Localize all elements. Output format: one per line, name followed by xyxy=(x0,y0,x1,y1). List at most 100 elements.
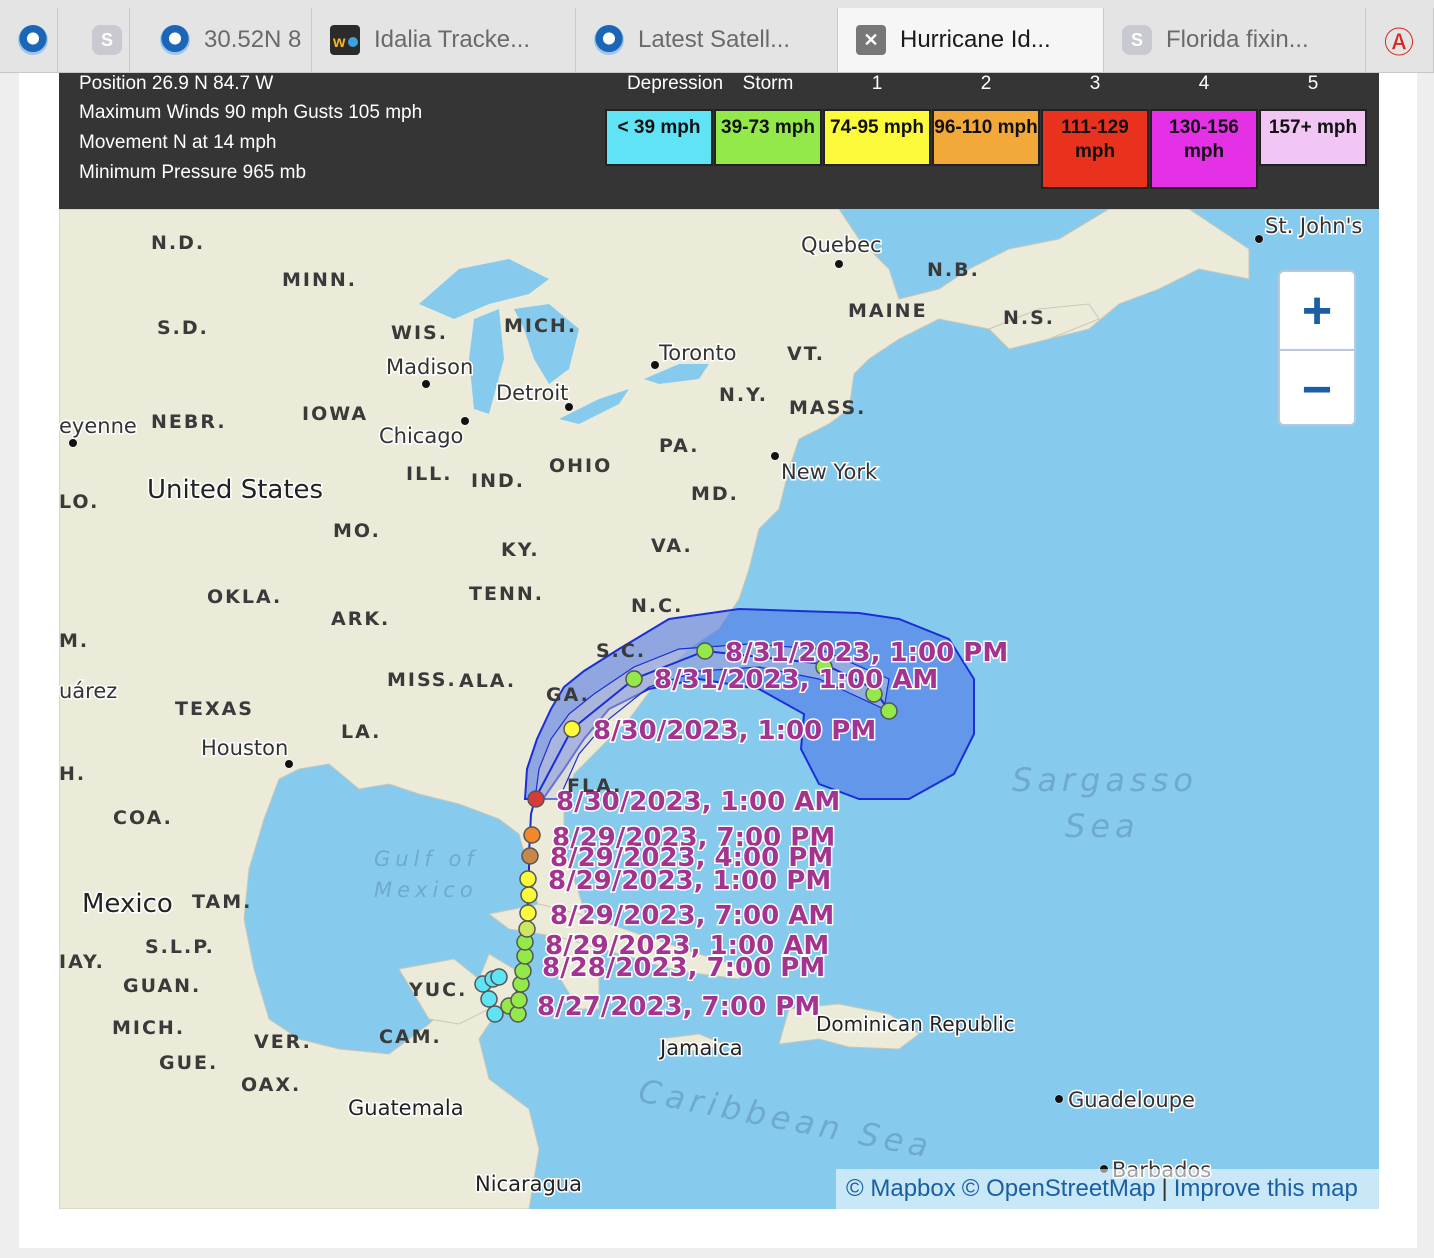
water-label: Gulf of xyxy=(374,847,479,871)
state-label: OHIO xyxy=(549,455,612,477)
track-label: 8/30/2023, 1:00 PM xyxy=(593,716,876,746)
track-label: 8/29/2023, 7:00 AM xyxy=(550,901,834,931)
storm-pressure: Minimum Pressure 965 mb xyxy=(79,162,307,183)
city-label: Guadeloupe xyxy=(1068,1088,1195,1112)
legend-header: 3 xyxy=(1089,73,1101,94)
country-label: Guatemala xyxy=(348,1096,464,1120)
legend-cat2: 96-110 mph xyxy=(932,109,1040,166)
attribution-separator: | xyxy=(1161,1175,1168,1202)
state-label: IND. xyxy=(471,470,525,492)
tab-latest-satellite[interactable]: Latest Satell... xyxy=(576,8,838,72)
city-dot xyxy=(650,360,660,370)
tab-label: 30.52N 8 xyxy=(204,26,302,53)
track-point[interactable] xyxy=(518,920,536,938)
country-label: Mexico xyxy=(82,889,173,919)
tab-s-pinned[interactable]: S xyxy=(58,8,130,72)
improve-map-link[interactable]: Improve this map xyxy=(1174,1175,1358,1203)
tab-label: Latest Satell... xyxy=(638,26,791,53)
state-label: MAINE xyxy=(848,300,928,322)
state-label: OKLA. xyxy=(207,586,282,608)
city-label: New York xyxy=(781,460,878,484)
tab-label: Hurricane Id... xyxy=(900,26,1051,53)
track-point[interactable] xyxy=(696,642,714,660)
state-label: N.S. xyxy=(1003,307,1055,329)
map-canvas[interactable]: 8/31/2023, 1:00 PM 8/31/2023, 1:00 AM 8/… xyxy=(59,209,1379,1209)
legend-cat4: 130-156 mph xyxy=(1150,109,1258,189)
track-point[interactable] xyxy=(527,790,545,808)
tab-idalia-tracker[interactable]: w Idalia Tracke... xyxy=(312,8,576,72)
storm-position: Position 26.9 N 84.7 W xyxy=(79,73,274,94)
state-label: MD. xyxy=(691,483,739,505)
tab-florida[interactable]: S Florida fixin... xyxy=(1104,8,1366,72)
city-label: Chicago xyxy=(379,424,463,448)
state-label: IOWA xyxy=(302,403,368,425)
track-point[interactable] xyxy=(521,847,539,865)
legend-depression: < 39 mph xyxy=(605,109,713,166)
city-label: Madison xyxy=(386,355,473,379)
state-label: PA. xyxy=(659,435,699,457)
state-label: MINN. xyxy=(282,269,357,291)
tab-anarchy[interactable]: Ⓐ xyxy=(1366,8,1434,72)
track-point[interactable] xyxy=(480,990,498,1008)
state-label: S.D. xyxy=(157,317,209,339)
track-point[interactable] xyxy=(519,870,537,888)
track-point[interactable] xyxy=(519,904,537,922)
tab-coordinates[interactable]: 30.52N 8 xyxy=(130,8,312,72)
state-label: TENN. xyxy=(469,583,544,605)
legend-cat3: 111-129 mph xyxy=(1041,109,1149,189)
track-point[interactable] xyxy=(563,720,581,738)
state-label: IAY. xyxy=(59,951,105,973)
state-label: COA. xyxy=(113,807,173,829)
state-label: MO. xyxy=(333,520,381,542)
city-dot xyxy=(1254,234,1264,244)
state-label: KY. xyxy=(501,539,540,561)
state-label: FLA. xyxy=(567,775,622,797)
legend-cat1: 74-95 mph xyxy=(823,109,931,166)
state-label: NEBR. xyxy=(151,411,227,433)
legend-storm: 39-73 mph xyxy=(714,109,822,166)
state-label: N.C. xyxy=(631,595,683,617)
track-point[interactable] xyxy=(490,968,508,986)
state-label: GUAN. xyxy=(123,975,201,997)
state-label: M. xyxy=(59,630,89,652)
s-icon: S xyxy=(1122,25,1152,55)
city-dot xyxy=(68,438,78,448)
city-dot xyxy=(284,759,294,769)
close-icon[interactable]: ✕ xyxy=(856,25,886,55)
state-label: N.B. xyxy=(927,259,980,281)
legend-header: 2 xyxy=(980,73,992,94)
track-point[interactable] xyxy=(510,991,528,1009)
storm-max-winds: Maximum Winds 90 mph Gusts 105 mph xyxy=(79,102,423,123)
track-label: 8/31/2023, 1:00 AM xyxy=(654,665,938,695)
legend-header: 1 xyxy=(871,73,883,94)
osm-attribution-link[interactable]: © OpenStreetMap xyxy=(962,1175,1156,1203)
track-point[interactable] xyxy=(880,702,898,720)
state-label: VER. xyxy=(254,1031,312,1053)
legend-header: 4 xyxy=(1198,73,1210,94)
city-dot xyxy=(834,259,844,269)
mapbox-attribution-link[interactable]: © Mapbox xyxy=(846,1175,956,1203)
tab-hurricane-idalia[interactable]: ✕ Hurricane Id... xyxy=(838,8,1104,72)
tab-label: Florida fixin... xyxy=(1166,26,1309,53)
zoom-out-button[interactable]: − xyxy=(1280,349,1354,428)
track-point[interactable] xyxy=(520,886,538,904)
wu-icon: w xyxy=(330,25,360,55)
state-label: MICH. xyxy=(504,315,577,337)
track-point[interactable] xyxy=(514,962,532,980)
country-label: United States xyxy=(147,475,323,505)
city-dot xyxy=(421,379,431,389)
state-label: S.L.P. xyxy=(145,936,215,958)
city-label: Quebec xyxy=(801,233,882,257)
tab-noaa-pinned[interactable] xyxy=(0,8,58,72)
zoom-in-button[interactable]: + xyxy=(1280,272,1354,349)
track-label: 8/27/2023, 7:00 PM xyxy=(537,992,820,1022)
track-point[interactable] xyxy=(523,826,541,844)
state-label: ALA. xyxy=(459,670,516,692)
state-label: GUE. xyxy=(159,1052,218,1074)
legend-header: Storm xyxy=(742,73,794,94)
state-label: ARK. xyxy=(331,608,390,630)
legend-cat5: 157+ mph xyxy=(1259,109,1367,166)
state-label: N.Y. xyxy=(719,384,768,406)
legend-header: 5 xyxy=(1307,73,1319,94)
track-point[interactable] xyxy=(625,670,643,688)
